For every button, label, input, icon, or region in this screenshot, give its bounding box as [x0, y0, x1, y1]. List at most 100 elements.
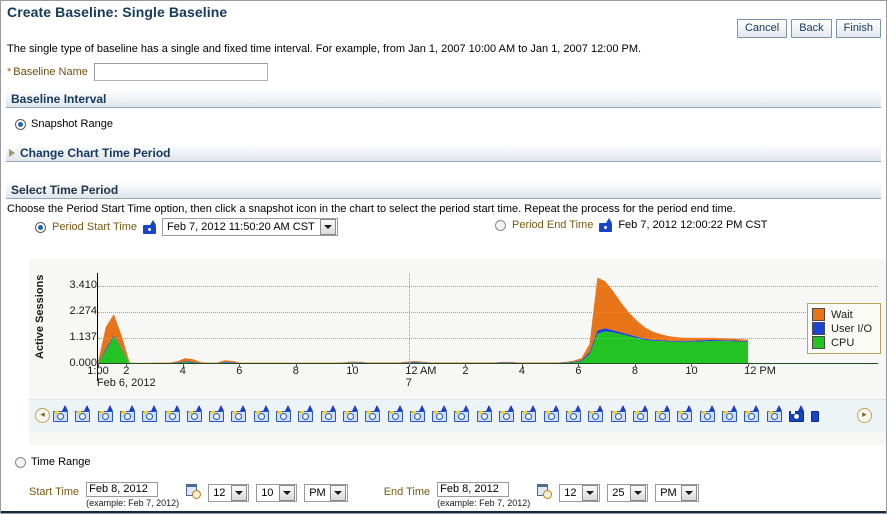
end-hour-value: 12: [564, 487, 577, 499]
change-chart-time-period-header[interactable]: Change Chart Time Period: [6, 144, 881, 162]
snapshot-marker[interactable]: [744, 405, 760, 422]
baseline-name-input[interactable]: [93, 63, 268, 81]
snapshot-marker[interactable]: [610, 405, 626, 422]
snapshot-marker[interactable]: [677, 405, 693, 422]
start-hour-select[interactable]: 12: [208, 484, 250, 502]
active-sessions-chart[interactable]: Active Sessions 0.000 1.137 2.274 3.410 1:0…: [29, 259, 886, 445]
snapshot-marker[interactable]: [53, 405, 68, 422]
snapshot-marker[interactable]: [432, 405, 448, 422]
snapshot-marker[interactable]: [499, 405, 514, 422]
snapshot-strip: ◂ ▸: [29, 399, 886, 432]
period-start-value: Feb 7, 2012 11:50:20 AM CST: [166, 221, 315, 233]
chevron-down-icon[interactable]: [279, 485, 296, 501]
end-date-input[interactable]: [437, 482, 510, 497]
chart-x-axis-line: [97, 363, 878, 364]
expand-triangle-icon[interactable]: [9, 149, 15, 157]
page-root: Create Baseline: Single Baseline Cancel …: [1, 1, 886, 513]
calendar-icon[interactable]: [186, 484, 202, 499]
end-date-wrap: (example: Feb 7, 2012): [437, 482, 530, 508]
snapshot-marker[interactable]: [365, 405, 381, 422]
chevron-down-icon[interactable]: [582, 485, 599, 501]
start-date-example: (example: Feb 7, 2012): [86, 498, 180, 508]
snapshot-marker[interactable]: [209, 405, 225, 422]
snapshot-marker[interactable]: [164, 405, 180, 422]
snapshot-marker[interactable]: [811, 405, 826, 422]
end-minute-select[interactable]: 25: [607, 484, 649, 502]
time-range-option[interactable]: Time Range: [15, 456, 91, 468]
snapshot-marker[interactable]: [142, 405, 158, 422]
snapshot-marker[interactable]: [632, 405, 648, 422]
snapshot-range-option[interactable]: Snapshot Range: [15, 118, 113, 130]
snapshot-marker[interactable]: [75, 405, 91, 422]
snapshot-marker[interactable]: [298, 405, 314, 422]
chevron-down-icon[interactable]: [329, 485, 346, 501]
page-header: Create Baseline: Single Baseline Cancel …: [1, 1, 886, 38]
start-time-label: Start Time: [29, 486, 80, 498]
snapshot-marker[interactable]: [476, 405, 492, 422]
chart-x-tick-label: 8: [631, 365, 639, 377]
baseline-interval-header: Baseline Interval: [6, 90, 881, 108]
snapshot-marker[interactable]: [543, 405, 559, 422]
baseline-name-row: * Baseline Name: [7, 63, 268, 81]
calendar-icon[interactable]: [537, 484, 553, 499]
start-minute-value: 10: [261, 487, 274, 499]
snapshot-icons-container: [53, 402, 846, 430]
snapshot-marker[interactable]: [588, 405, 604, 422]
snapshot-marker[interactable]: [565, 405, 581, 422]
back-button[interactable]: Back: [791, 19, 832, 38]
chevron-down-icon[interactable]: [231, 485, 248, 501]
period-end-radio[interactable]: [495, 219, 506, 231]
page-title: Create Baseline: Single Baseline: [7, 4, 228, 20]
chevron-down-icon[interactable]: [630, 485, 647, 501]
select-time-period-header: Select Time Period: [6, 181, 881, 199]
cancel-button[interactable]: Cancel: [736, 19, 788, 38]
baseline-interval-title: Baseline Interval: [11, 92, 107, 106]
chart-gridline: [98, 286, 878, 287]
snapshot-marker[interactable]: [342, 405, 358, 422]
chart-x-tick-label: 6: [236, 365, 243, 377]
period-start-radio[interactable]: [35, 221, 46, 233]
snapshot-marker[interactable]: [655, 405, 671, 422]
snapshot-range-radio[interactable]: [15, 118, 26, 130]
snapshot-marker[interactable]: [521, 405, 537, 422]
chart-x-tick-label: 1:00: [87, 365, 109, 377]
chart-x-tick-label: 4: [518, 365, 525, 377]
start-meridiem-select[interactable]: PM: [304, 484, 348, 502]
snapshot-marker[interactable]: [454, 405, 470, 422]
snapshot-marker[interactable]: [699, 405, 715, 422]
next-arrow-icon[interactable]: ▸: [857, 408, 872, 423]
snapshot-marker[interactable]: [119, 405, 135, 422]
snapshot-marker[interactable]: [97, 405, 113, 422]
start-minute-select[interactable]: 10: [256, 484, 298, 502]
end-minute-value: 25: [612, 487, 625, 499]
prev-arrow-icon[interactable]: ◂: [35, 408, 50, 423]
time-range-label: Time Range: [31, 456, 91, 468]
chevron-down-icon[interactable]: [680, 485, 697, 501]
chart-x-tick-label: 10: [685, 365, 698, 377]
chart-x-date-label: Feb 6, 2012: [96, 377, 156, 389]
snapshot-marker[interactable]: [320, 405, 336, 422]
chart-legend-item: Wait: [812, 308, 872, 321]
snapshot-marker[interactable]: [253, 405, 269, 422]
period-start-select[interactable]: Feb 7, 2012 11:50:20 AM CST: [161, 218, 338, 236]
chart-y-tick-label: 2.274: [69, 304, 97, 317]
snapshot-marker[interactable]: [409, 405, 425, 422]
snapshot-marker[interactable]: [788, 405, 804, 422]
snapshot-icon: [142, 220, 156, 234]
chevron-down-icon[interactable]: [319, 219, 336, 235]
end-hour-select[interactable]: 12: [559, 484, 601, 502]
time-range-radio[interactable]: [15, 456, 26, 468]
period-end-row: Period End Time Feb 7, 2012 12:00:22 PM …: [495, 218, 768, 232]
snapshot-marker[interactable]: [231, 405, 247, 422]
snapshot-marker[interactable]: [276, 405, 291, 422]
header-button-bar: Cancel Back Finish: [736, 19, 881, 38]
end-meridiem-select[interactable]: PM: [655, 484, 699, 502]
snapshot-marker[interactable]: [186, 405, 202, 422]
start-date-input[interactable]: [86, 482, 159, 497]
legend-swatch-icon: [812, 336, 826, 349]
snapshot-marker[interactable]: [766, 405, 782, 422]
snapshot-marker[interactable]: [722, 405, 737, 422]
snapshot-marker[interactable]: [387, 405, 403, 422]
finish-button[interactable]: Finish: [835, 19, 881, 38]
time-range-fields: Start Time (example: Feb 7, 2012) 12 10 …: [29, 482, 699, 508]
